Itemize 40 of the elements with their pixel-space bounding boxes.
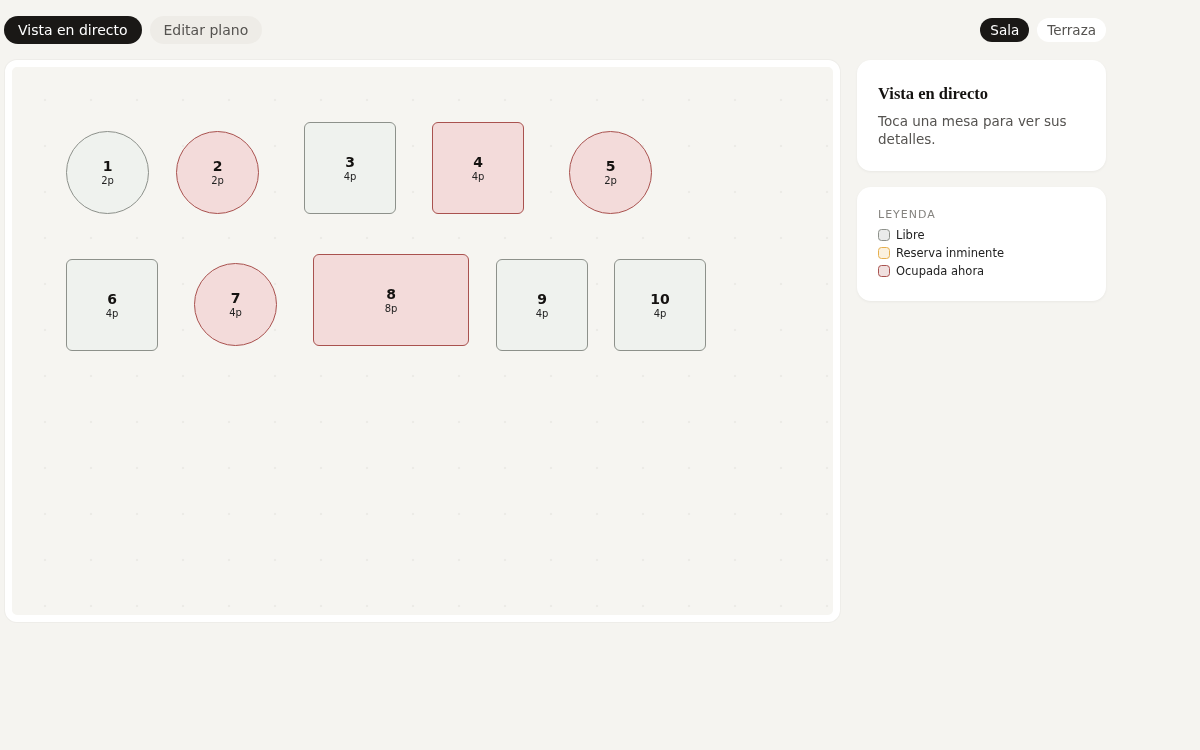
seat-count: 4p xyxy=(535,306,549,320)
rect-table[interactable]: 10 4p xyxy=(614,259,706,351)
table-number: 1 xyxy=(102,158,113,174)
rect-table[interactable]: 4 4p xyxy=(432,122,524,214)
legend-heading: LEYENDA xyxy=(878,208,937,222)
table-number: 5 xyxy=(605,158,616,174)
seat-count: 2p xyxy=(604,174,617,187)
seat-count: 4p xyxy=(229,306,242,319)
legend-label: Ocupada ahora xyxy=(896,264,985,278)
table-number: 2 xyxy=(212,158,223,174)
table-number: 10 xyxy=(650,290,670,307)
card-text: Toca una mesa para ver sus detalles. xyxy=(878,112,1068,148)
rect-table[interactable]: 9 4p xyxy=(496,259,588,351)
rect-table[interactable]: 3 4p xyxy=(304,122,396,214)
seat-count: 4p xyxy=(105,306,119,320)
seat-count: 2p xyxy=(101,174,114,187)
room-tab[interactable]: Sala xyxy=(980,18,1030,42)
round-table[interactable]: 7 4p xyxy=(194,263,277,346)
seat-count: 4p xyxy=(471,169,485,183)
mode-tab[interactable]: Vista en directo xyxy=(4,16,142,44)
seat-count: 2p xyxy=(211,174,224,187)
table-number: 4 xyxy=(473,153,483,170)
seat-count: 4p xyxy=(343,169,357,183)
round-table[interactable]: 1 2p xyxy=(66,131,149,214)
seat-count: 8p xyxy=(384,301,398,315)
room-tab[interactable]: Terraza xyxy=(1037,18,1106,42)
round-table[interactable]: 2 2p xyxy=(176,131,259,214)
table-number: 7 xyxy=(230,290,241,306)
seat-count: 4p xyxy=(653,306,667,320)
rect-table[interactable]: 8 8p xyxy=(313,254,469,346)
mode-tab[interactable]: Editar plano xyxy=(149,16,263,44)
legend-label: Reserva inminente xyxy=(896,246,1004,260)
round-table[interactable]: 5 2p xyxy=(569,131,652,214)
table-number: 6 xyxy=(107,290,117,307)
rect-table[interactable]: 6 4p xyxy=(66,259,158,351)
table-number: 9 xyxy=(537,290,547,307)
table-number: 8 xyxy=(386,285,396,302)
card-title: Vista en directo xyxy=(878,84,989,104)
legend-label: Libre xyxy=(896,228,925,242)
table-number: 3 xyxy=(345,153,355,170)
